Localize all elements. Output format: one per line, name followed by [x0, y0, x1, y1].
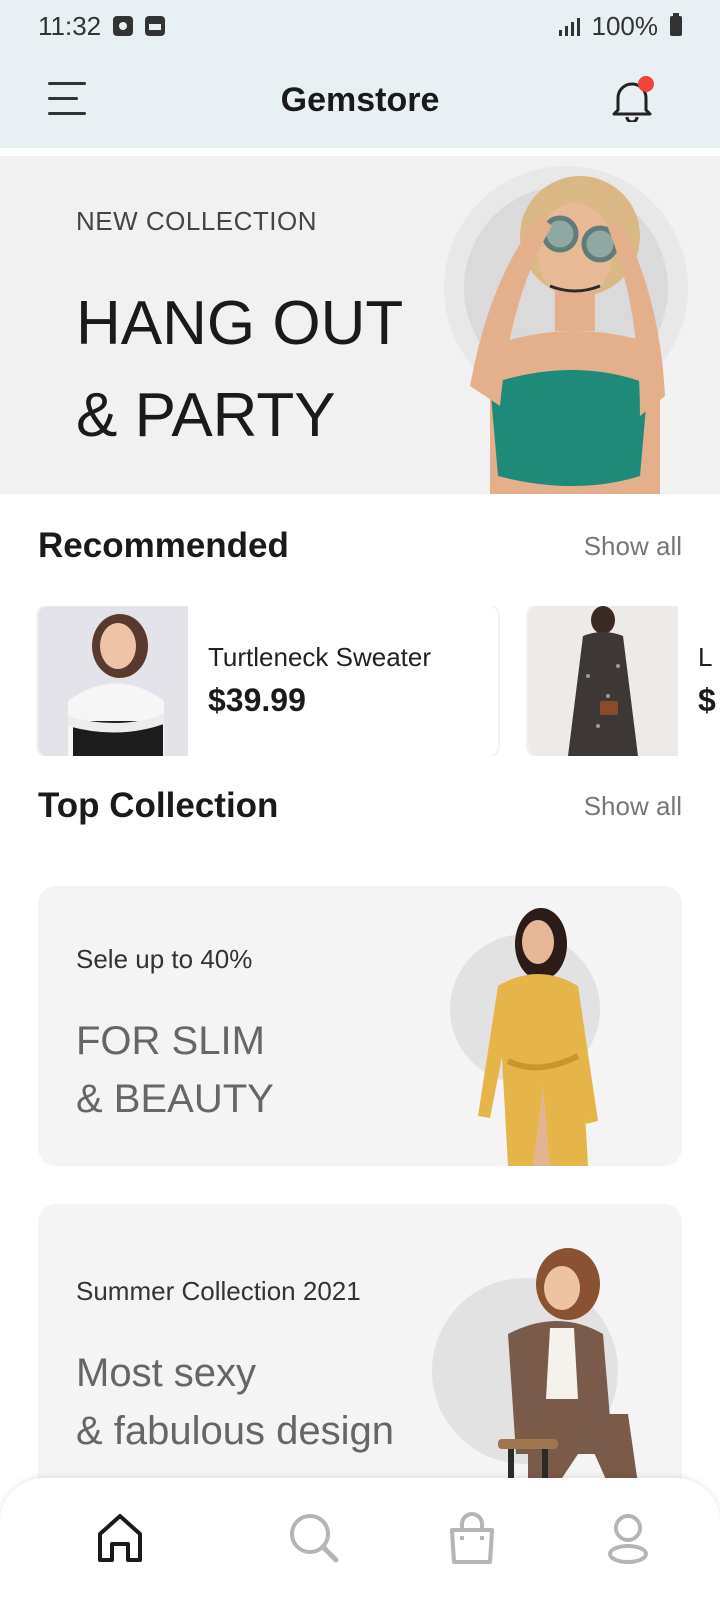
hero-model-image: [470, 176, 665, 494]
app-header: Gemstore: [0, 52, 720, 148]
collection-title-line2: & fabulous design: [76, 1409, 395, 1453]
collection-subtitle: Sele up to 40%: [76, 944, 253, 974]
signal-icon: [558, 16, 580, 36]
product-card[interactable]: Turtleneck Sweater $39.99: [38, 606, 498, 756]
collection-card[interactable]: Sele up to 40% FOR SLIM & BEAUTY: [38, 886, 682, 1166]
collection-card[interactable]: Summer Collection 2021 Most sexy & fabul…: [38, 1204, 682, 1504]
product-price: $: [698, 682, 716, 718]
product-name: L: [698, 642, 713, 672]
search-icon[interactable]: [286, 1510, 342, 1566]
collection-model-image: [478, 908, 598, 1166]
status-bar: 11:32 100%: [0, 0, 720, 52]
status-time: 11:32: [38, 10, 102, 41]
collection-title: Most sexy & fabulous design: [76, 1344, 394, 1460]
recommended-show-all-link[interactable]: Show all: [584, 531, 682, 562]
collection-model-image: [498, 1248, 638, 1489]
home-icon[interactable]: [92, 1510, 148, 1566]
bottom-navigation: [0, 1478, 720, 1600]
screen-record-icon: [113, 16, 134, 36]
product-price: $39.99: [208, 682, 306, 718]
product-name: Turtleneck Sweater: [208, 642, 432, 672]
battery-level: 100%: [591, 10, 659, 41]
bell-icon[interactable]: [610, 76, 654, 124]
hamburger-icon[interactable]: [48, 80, 86, 118]
hero-banner[interactable]: NEW COLLECTION HANG OUT & PARTY: [0, 156, 720, 494]
top-collection-title: Top Collection: [38, 786, 279, 825]
status-left: 11:32: [38, 10, 166, 42]
collection-title-line1: Most sexy: [76, 1351, 257, 1395]
product-thumbnail: [528, 606, 678, 756]
profile-icon[interactable]: [600, 1510, 656, 1566]
recommended-title: Recommended: [38, 526, 289, 565]
collection-subtitle: Summer Collection 2021: [76, 1276, 361, 1306]
top-collection-header: Top Collection Show all: [38, 786, 682, 826]
shopping-bag-icon[interactable]: [444, 1510, 500, 1566]
notification-dot: [638, 76, 654, 92]
product-card[interactable]: L $: [528, 606, 720, 756]
status-right: 100%: [558, 10, 682, 42]
recommended-header: Recommended Show all: [38, 526, 682, 566]
battery-icon: [670, 13, 682, 36]
top-collection-show-all-link[interactable]: Show all: [584, 791, 682, 822]
gallery-icon: [145, 16, 166, 36]
recommended-carousel[interactable]: Turtleneck Sweater $39.99 L $: [36, 606, 720, 756]
product-thumbnail: [38, 606, 188, 756]
collection-title-line1: FOR SLIM: [76, 1019, 265, 1063]
collection-title-line2: & BEAUTY: [76, 1077, 274, 1121]
collection-title: FOR SLIM & BEAUTY: [76, 1012, 274, 1128]
app-title: Gemstore: [280, 80, 440, 119]
